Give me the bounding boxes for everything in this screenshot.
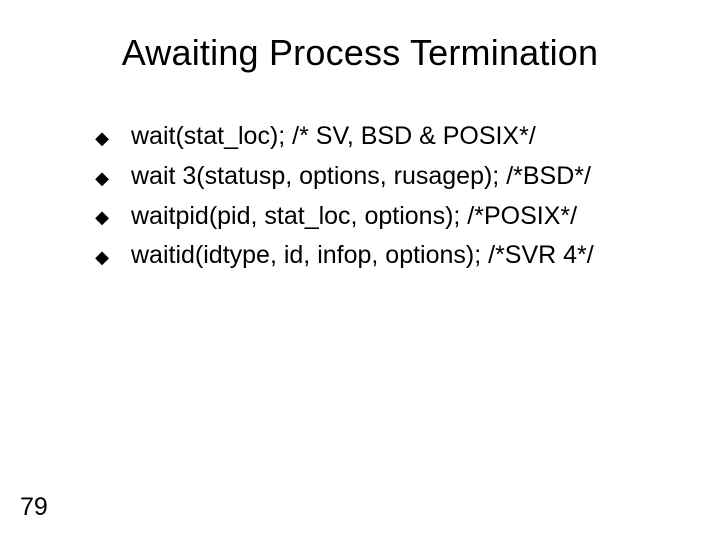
- page-number: 79: [20, 493, 48, 522]
- list-item: ◆ waitid(idtype, id, infop, options); /*…: [95, 239, 680, 273]
- list-item-text: wait 3(statusp, options, rusagep); /*BSD…: [131, 160, 591, 194]
- diamond-bullet-icon: ◆: [95, 248, 109, 266]
- diamond-bullet-icon: ◆: [95, 169, 109, 187]
- list-item-text: waitpid(pid, stat_loc, options); /*POSIX…: [131, 200, 577, 234]
- list-item: ◆ wait 3(statusp, options, rusagep); /*B…: [95, 160, 680, 194]
- bullet-list: ◆ wait(stat_loc); /* SV, BSD & POSIX*/ ◆…: [95, 120, 680, 279]
- list-item: ◆ waitpid(pid, stat_loc, options); /*POS…: [95, 200, 680, 234]
- slide: Awaiting Process Termination ◆ wait(stat…: [0, 0, 720, 540]
- list-item-text: waitid(idtype, id, infop, options); /*SV…: [131, 239, 594, 273]
- list-item-text: wait(stat_loc); /* SV, BSD & POSIX*/: [131, 120, 536, 154]
- diamond-bullet-icon: ◆: [95, 129, 109, 147]
- slide-title: Awaiting Process Termination: [0, 32, 720, 74]
- list-item: ◆ wait(stat_loc); /* SV, BSD & POSIX*/: [95, 120, 680, 154]
- diamond-bullet-icon: ◆: [95, 208, 109, 226]
